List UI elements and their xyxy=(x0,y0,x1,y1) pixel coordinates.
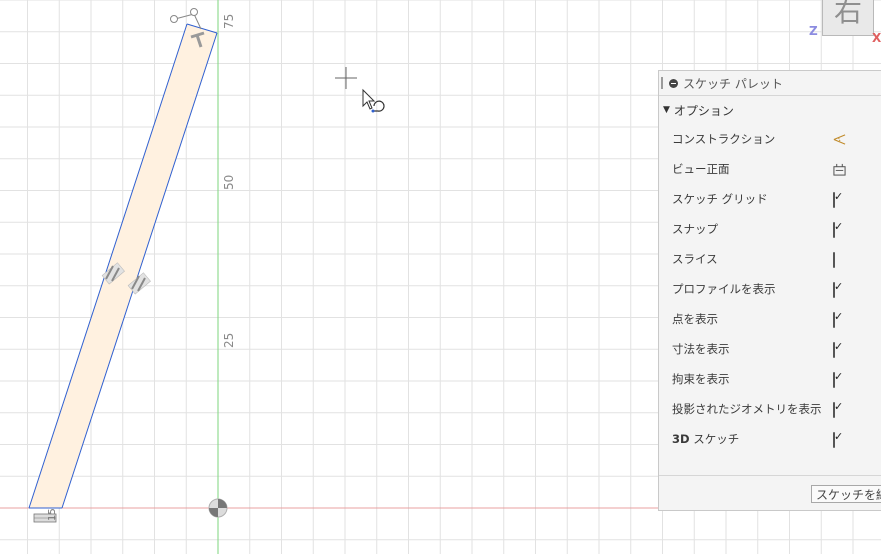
option-show-profile[interactable]: プロファイルを表示 xyxy=(659,274,881,304)
option-label: スナップ xyxy=(672,222,718,236)
option-show-projected-geometry[interactable]: 投影されたジオメトリを表示 xyxy=(659,394,881,424)
origin-icon[interactable] xyxy=(208,498,228,518)
option-label: スライス xyxy=(672,252,718,266)
option-sketch-grid[interactable]: スケッチ グリッド xyxy=(659,184,881,214)
option-3d-sketch[interactable]: 3D スケッチ xyxy=(659,424,881,454)
show-dimensions-checkbox[interactable] xyxy=(833,341,835,358)
axis-label-50: 50 xyxy=(222,174,236,190)
show-points-checkbox[interactable] xyxy=(833,311,835,328)
collapse-icon[interactable] xyxy=(669,78,678,88)
slice-checkbox[interactable] xyxy=(833,251,835,268)
sketch-palette-footer: スケッチを終了 xyxy=(659,475,881,512)
options-section-label: オプション xyxy=(673,103,734,118)
viewcube-x-axis-label: X xyxy=(872,31,881,45)
option-slice[interactable]: スライス xyxy=(659,244,881,274)
sketch-line-left[interactable] xyxy=(28,23,188,509)
crosshair-cursor-icon xyxy=(335,67,357,89)
option-show-constraints[interactable]: 拘束を表示 xyxy=(659,364,881,394)
show-profile-checkbox[interactable] xyxy=(833,281,835,298)
option-show-points[interactable]: 点を表示 xyxy=(659,304,881,334)
viewcube[interactable]: 右 xyxy=(822,0,874,36)
handle-point-left[interactable] xyxy=(170,15,178,23)
triangle-down-icon[interactable]: ▼ xyxy=(663,105,670,115)
sketch-palette: スケッチ パレット ▼ オプション コンストラクション ビュー正面 スケッチ グ… xyxy=(658,70,881,511)
option-show-dimensions[interactable]: 寸法を表示 xyxy=(659,334,881,364)
pointer-cursor-icon xyxy=(362,88,385,113)
show-projected-geometry-checkbox[interactable] xyxy=(833,401,835,418)
option-label: コンストラクション xyxy=(672,132,776,146)
construction-icon[interactable] xyxy=(833,133,846,146)
option-snap[interactable]: スナップ xyxy=(659,214,881,244)
option-label: 寸法を表示 xyxy=(672,342,730,356)
option-construction[interactable]: コンストラクション xyxy=(659,124,881,154)
sketch-grid-checkbox[interactable] xyxy=(833,191,835,208)
option-label: ビュー正面 xyxy=(672,162,730,176)
handle-point-top[interactable] xyxy=(190,8,198,16)
finish-sketch-button[interactable]: スケッチを終了 xyxy=(811,485,881,503)
option-label: スケッチ グリッド xyxy=(672,192,768,206)
look-at-icon[interactable] xyxy=(833,163,846,176)
sketch-palette-title: スケッチ パレット xyxy=(683,76,783,91)
axis-label-75: 75 xyxy=(222,13,236,29)
option-label: 拘束を表示 xyxy=(672,372,730,386)
option-label: 3D スケッチ xyxy=(672,432,740,446)
option-look-at[interactable]: ビュー正面 xyxy=(659,154,881,184)
show-constraints-checkbox[interactable] xyxy=(833,371,835,388)
dimension-value[interactable]: 15 xyxy=(47,508,58,521)
snap-checkbox[interactable] xyxy=(833,221,835,238)
option-label: 点を表示 xyxy=(672,312,718,326)
grip-handle-icon[interactable] xyxy=(661,77,663,89)
options-section-header[interactable]: ▼ オプション xyxy=(659,96,881,124)
dimension-icon[interactable]: 15 xyxy=(33,508,58,523)
axis-label-25: 25 xyxy=(222,332,236,348)
option-label: 投影されたジオメトリを表示 xyxy=(672,402,822,416)
sketch-line-right[interactable] xyxy=(61,32,218,509)
viewcube-z-axis-label: Z xyxy=(809,24,818,38)
option-label: プロファイルを表示 xyxy=(672,282,776,296)
sketch-palette-header[interactable]: スケッチ パレット xyxy=(659,71,881,96)
3d-sketch-checkbox[interactable] xyxy=(833,431,835,448)
